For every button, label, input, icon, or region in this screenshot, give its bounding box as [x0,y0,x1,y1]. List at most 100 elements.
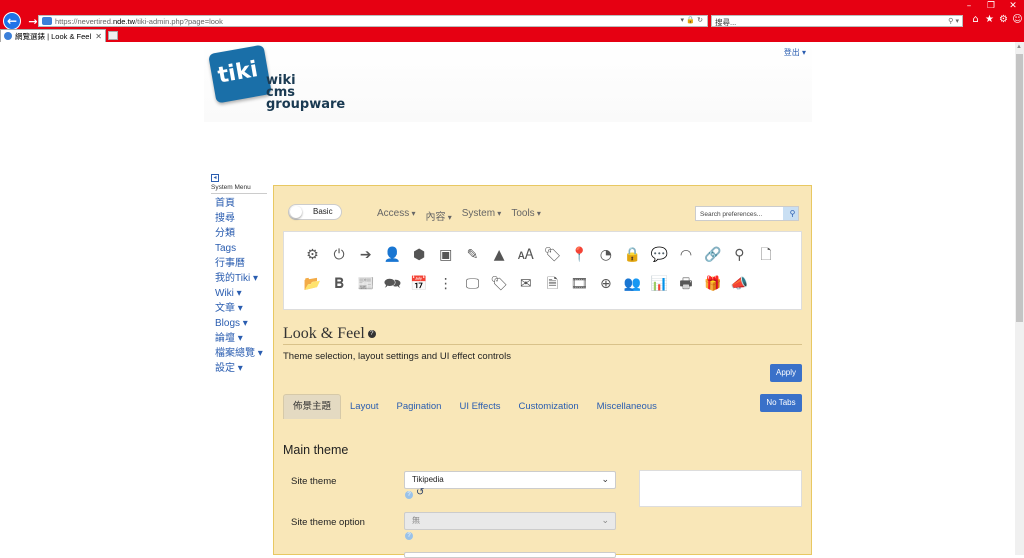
icon-row-2: 📂 𝐁 📰 🗪 📅 ⋮ 🖵 🏷 ✉ 🗎 🎞 ⊕ 👥 📊 🖶 🎁 📣 [299,276,753,292]
settings-gear-icon[interactable]: ⚙ [998,14,1009,26]
collapse-menu-icon[interactable]: ◂ [211,174,219,182]
desktop-icon[interactable]: 🖵 [459,276,486,292]
menu-item-search[interactable]: 搜尋 [211,211,267,226]
menu-item-calendar[interactable]: 行事曆 [211,256,267,271]
tab-pagination[interactable]: Pagination [388,395,451,419]
image-icon[interactable]: ▣ [432,247,459,263]
lock-icon[interactable]: 🔒 [619,247,646,263]
gear-icon[interactable]: ⚙ [299,247,326,263]
browser-tab-active[interactable]: 網覽選錶 | Look & Feel ✕ [0,29,106,42]
search-icon[interactable]: ⚲ [783,207,798,220]
shapes-icon[interactable]: ▲ [486,247,513,263]
back-button[interactable]: ← [3,12,21,30]
link-icon[interactable]: 🔗 [699,247,726,263]
calendar-icon[interactable]: 📅 [406,276,433,292]
theme-preview [639,470,802,507]
comments-icon[interactable]: 🗪 [379,276,406,292]
tab-close-icon[interactable]: ✕ [95,32,105,41]
search-icon[interactable]: ⚲ ▾ [945,16,959,26]
scrollbar-thumb[interactable] [1016,54,1023,322]
tab-layout[interactable]: Layout [341,395,388,419]
apply-button[interactable]: Apply [770,364,802,382]
basic-advanced-toggle[interactable]: Basic [288,204,342,220]
file-text-icon[interactable]: 🗎 [539,276,566,292]
page-scrollbar[interactable]: ▲ [1015,42,1024,555]
bar-chart-icon[interactable]: 📊 [646,276,673,292]
users-icon[interactable]: 👥 [619,276,646,292]
scroll-up-icon[interactable]: ▲ [1016,44,1022,50]
dashboard-icon[interactable]: ◔ [593,247,620,263]
file-icon[interactable]: 🗋 [753,247,780,263]
menu-item-forums[interactable]: 論壇 ▾ [211,331,267,346]
close-icon[interactable]: ✕ [1002,0,1024,12]
menu-item-files[interactable]: 檔案總覽 ▾ [211,346,267,361]
tab-miscellaneous[interactable]: Miscellaneous [588,395,666,419]
nav-system[interactable]: System [462,208,502,223]
menu-item-home[interactable]: 首頁 [211,196,267,211]
menu-item-blogs[interactable]: Blogs ▾ [211,316,267,331]
site-header: tiki wiki cms groupware 登出 ▾ [204,42,812,122]
admin-panel: Basic Access 內容 System Tools Search pref… [273,185,812,558]
map-marker-icon[interactable]: 📍 [566,247,593,263]
edit-icon[interactable]: ✎ [459,247,486,263]
film-icon[interactable]: 🎞 [566,276,593,292]
menu-item-tags[interactable]: Tags [211,241,267,256]
bullhorn-icon[interactable]: 📣 [726,276,753,292]
language-icon[interactable]: 🗚 [513,247,540,263]
envelope-icon[interactable]: ✉ [513,276,540,292]
zoom-in-icon[interactable]: ⊕ [593,276,620,292]
nav-tools[interactable]: Tools [511,208,541,223]
minimize-icon[interactable]: – [958,0,980,12]
comment-icon[interactable]: 💬 [646,247,673,263]
print-icon[interactable]: 🖶 [673,276,700,292]
help-icon[interactable]: ? [405,532,413,540]
menu-item-settings[interactable]: 設定 ▾ [211,361,267,376]
nav-access[interactable]: Access [377,208,415,223]
no-tabs-button[interactable]: No Tabs [760,394,802,412]
structure-icon[interactable]: ⋮ [432,276,459,292]
site-theme-select[interactable]: Tikipedia ⌄ [404,471,616,489]
search-icon[interactable]: ⚲ [726,247,753,263]
chevron-down-icon: ⌄ [601,516,609,526]
help-icon[interactable]: ? [367,330,376,339]
reset-icon[interactable]: ↺ [416,487,424,498]
cube-icon[interactable]: ⬢ [406,247,433,263]
url-text: https://nevertired.nde.tw/tiki-admin.php… [55,16,223,26]
address-bar[interactable]: https://nevertired.nde.tw/tiki-admin.php… [38,15,708,27]
icon-row-1: ⚙ ⏻ ➔ 👤 ⬢ ▣ ✎ ▲ 🗚 🏷 📍 ◔ 🔒 💬 ◠ 🔗 ⚲ 🗋 [299,247,779,263]
rss-icon[interactable]: ◠ [673,247,700,263]
tags-icon[interactable]: 🏷 [486,276,513,292]
admin-top-nav: Access 內容 System Tools [377,208,541,223]
home-icon[interactable]: ⌂ [970,14,981,26]
tab-theme[interactable]: 佈景主題 [283,394,342,419]
tiki-logo[interactable]: tiki [208,44,272,104]
menu-item-mytiki[interactable]: 我的Tiki ▾ [211,271,267,286]
power-icon[interactable]: ⏻ [326,247,353,263]
preference-search-input[interactable]: Search preferences... ⚲ [695,206,799,221]
tab-customization[interactable]: Customization [509,395,587,419]
menu-item-categories[interactable]: 分類 [211,226,267,241]
folder-open-icon[interactable]: 📂 [299,276,326,292]
menu-item-articles[interactable]: 文章 ▾ [211,301,267,316]
restore-icon[interactable]: ❐ [980,0,1002,12]
nav-content[interactable]: 內容 [425,208,451,223]
tag-icon[interactable]: 🏷 [539,247,566,263]
favorites-star-icon[interactable]: ★ [984,14,995,26]
bold-icon[interactable]: 𝐁 [326,276,353,292]
newspaper-icon[interactable]: 📰 [352,276,379,292]
new-tab-button[interactable] [108,31,118,40]
site-theme-option-select[interactable]: 無 ⌄ [404,512,616,530]
gift-icon[interactable]: 🎁 [699,276,726,292]
left-menu: ◂ System Menu 首頁 搜尋 分類 Tags 行事曆 我的Tiki ▾… [211,174,267,376]
smiley-icon[interactable]: ☺ [1012,14,1023,26]
address-tools[interactable]: ▾ 🔒 ↻ [680,16,703,24]
next-select[interactable] [404,552,616,558]
tab-ui-effects[interactable]: UI Effects [450,395,509,419]
browser-search-box[interactable]: 搜尋... ⚲ ▾ [711,15,963,27]
menu-item-wiki[interactable]: Wiki ▾ [211,286,267,301]
sign-in-icon[interactable]: ➔ [352,247,379,263]
help-icon[interactable]: ? [405,491,413,499]
site-theme-option-label: Site theme option [291,517,365,528]
logout-link[interactable]: 登出 ▾ [784,47,806,58]
user-icon[interactable]: 👤 [379,247,406,263]
